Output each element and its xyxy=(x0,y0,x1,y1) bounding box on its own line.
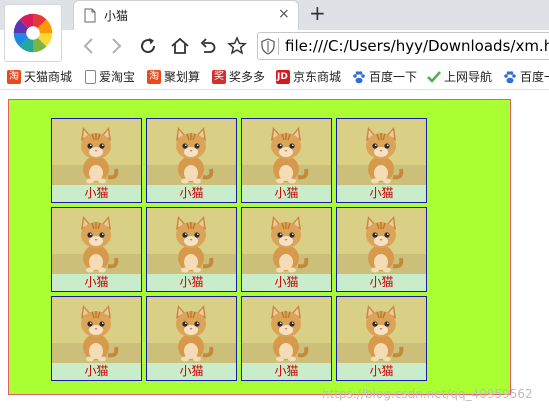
prize-icon: 奖 xyxy=(212,69,226,84)
bookmark-label: 天猫商城 xyxy=(24,70,73,84)
cat-image xyxy=(242,297,331,363)
cat-grid: 小猫 小猫 小猫 小猫 小猫 小猫 小猫 小猫 小猫 小猫 小猫 小猫 xyxy=(51,118,427,381)
reload-icon[interactable] xyxy=(138,36,158,56)
cat-image xyxy=(52,208,141,274)
cat-label: 小猫 xyxy=(147,363,236,380)
star-icon[interactable] xyxy=(227,36,247,56)
bookmark-label: 聚划算 xyxy=(164,70,201,84)
cat-card: 小猫 xyxy=(146,296,237,381)
watermark-text: https://blog.csdn.net/qq_40959562 xyxy=(322,387,533,401)
cat-card: 小猫 xyxy=(241,118,332,203)
home-icon[interactable] xyxy=(170,36,190,56)
navigation-toolbar: file:///C:/Users/hyy/Downloads/xm.ht xyxy=(0,30,549,62)
cat-image xyxy=(337,119,426,185)
document-icon xyxy=(85,69,96,84)
cat-label: 小猫 xyxy=(242,363,331,380)
bookmark-label: 百度一 xyxy=(520,70,549,84)
new-tab-button[interactable]: + xyxy=(309,1,326,25)
cat-image xyxy=(337,297,426,363)
cat-label: 小猫 xyxy=(52,363,141,380)
hao-check-icon xyxy=(427,70,441,83)
browser-logo-icon xyxy=(13,13,53,53)
cat-image xyxy=(242,208,331,274)
cat-image xyxy=(147,119,236,185)
back-icon[interactable] xyxy=(79,36,99,56)
tab-active[interactable]: 小猫 × xyxy=(73,0,299,30)
page-viewport: 小猫 小猫 小猫 小猫 小猫 小猫 小猫 小猫 小猫 小猫 小猫 小猫 http… xyxy=(0,91,549,416)
cat-label: 小猫 xyxy=(52,185,141,202)
tab-title: 小猫 xyxy=(104,9,129,23)
cat-label: 小猫 xyxy=(242,185,331,202)
address-bar[interactable]: file:///C:/Users/hyy/Downloads/xm.ht xyxy=(257,32,549,60)
cat-card: 小猫 xyxy=(336,118,427,203)
cat-card: 小猫 xyxy=(51,207,142,292)
shield-icon[interactable] xyxy=(261,38,275,55)
cat-card: 小猫 xyxy=(336,296,427,381)
bookmark-label: 百度一下 xyxy=(369,70,418,84)
cat-image xyxy=(52,119,141,185)
cat-image xyxy=(147,208,236,274)
baidu-paw-icon xyxy=(353,70,365,83)
cat-container: 小猫 小猫 小猫 小猫 小猫 小猫 小猫 小猫 小猫 小猫 小猫 小猫 xyxy=(8,99,511,395)
jd-icon: JD xyxy=(276,69,290,84)
bookmark-item[interactable]: 百度一下 xyxy=(352,68,417,85)
bookmark-item[interactable]: 淘 聚划算 xyxy=(147,68,200,85)
taobao-icon: 淘 xyxy=(147,69,161,84)
bookmarks-bar: 淘 天猫商城 爱淘宝 淘 聚划算 奖 奖多多 JD 京东商城 百度一下 上网导航 xyxy=(0,62,549,90)
address-divider xyxy=(278,38,279,55)
cat-label: 小猫 xyxy=(337,185,426,202)
bookmark-label: 爱淘宝 xyxy=(99,70,136,84)
forward-icon[interactable] xyxy=(106,36,126,56)
cat-label: 小猫 xyxy=(337,363,426,380)
cat-card: 小猫 xyxy=(146,118,237,203)
bookmark-item[interactable]: 上网导航 xyxy=(427,68,492,85)
cat-image xyxy=(337,208,426,274)
cat-label: 小猫 xyxy=(147,274,236,291)
cat-label: 小猫 xyxy=(337,274,426,291)
bookmark-label: 奖多多 xyxy=(229,70,266,84)
bookmark-item[interactable]: 爱淘宝 xyxy=(85,68,135,85)
cat-card: 小猫 xyxy=(241,296,332,381)
tab-strip: 小猫 × + xyxy=(0,0,549,30)
document-icon xyxy=(84,8,96,23)
cat-label: 小猫 xyxy=(52,274,141,291)
tab-close-button[interactable]: × xyxy=(278,6,290,22)
bookmark-item[interactable]: JD 京东商城 xyxy=(276,68,341,85)
taobao-icon: 淘 xyxy=(7,69,21,84)
cat-image xyxy=(242,119,331,185)
bookmark-item[interactable]: 淘 天猫商城 xyxy=(7,68,72,85)
undo-icon[interactable] xyxy=(198,36,218,56)
cat-image xyxy=(147,297,236,363)
cat-card: 小猫 xyxy=(336,207,427,292)
bookmark-label: 上网导航 xyxy=(444,70,493,84)
cat-card: 小猫 xyxy=(241,207,332,292)
cat-card: 小猫 xyxy=(51,118,142,203)
cat-label: 小猫 xyxy=(147,185,236,202)
url-text[interactable]: file:///C:/Users/hyy/Downloads/xm.ht xyxy=(285,37,549,55)
baidu-paw-icon xyxy=(504,70,516,83)
bookmark-item[interactable]: 百度一 xyxy=(503,68,549,85)
browser-logo[interactable] xyxy=(4,4,62,62)
cat-card: 小猫 xyxy=(51,296,142,381)
bookmark-label: 京东商城 xyxy=(293,70,342,84)
cat-image xyxy=(52,297,141,363)
cat-card: 小猫 xyxy=(146,207,237,292)
bookmark-item[interactable]: 奖 奖多多 xyxy=(212,68,265,85)
cat-label: 小猫 xyxy=(242,274,331,291)
